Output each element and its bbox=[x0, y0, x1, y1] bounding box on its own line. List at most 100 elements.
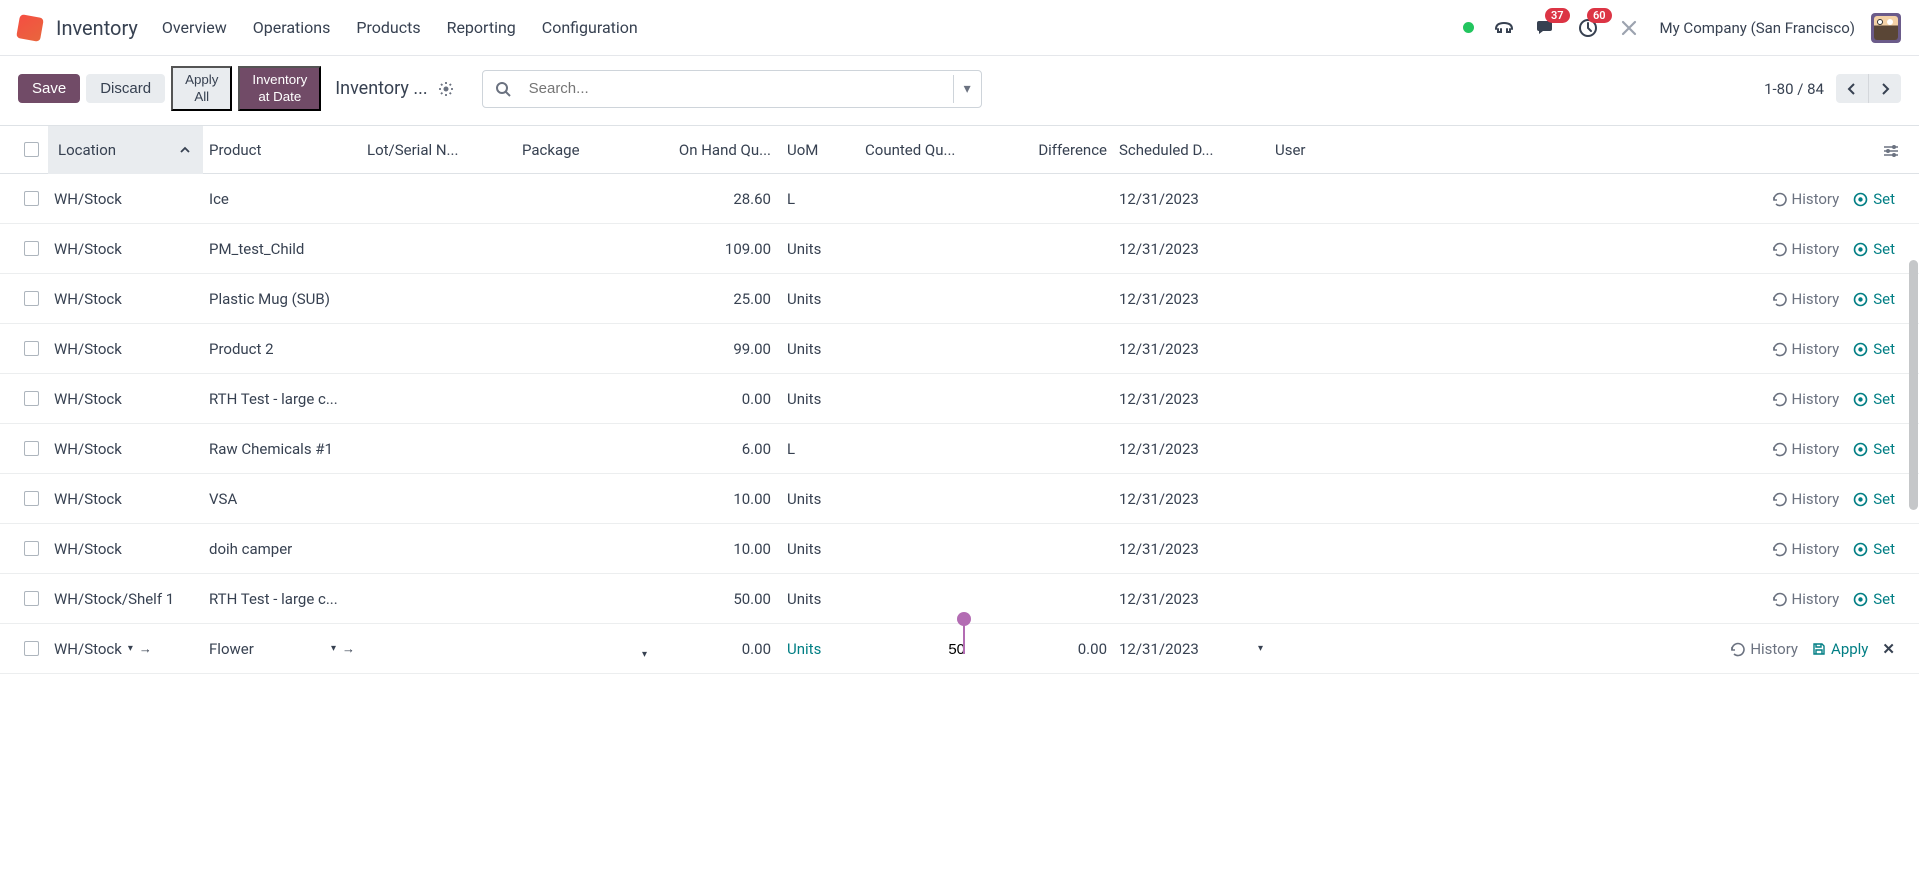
app-name[interactable]: Inventory bbox=[56, 16, 138, 40]
app-logo[interactable] bbox=[16, 14, 44, 42]
set-link[interactable]: Set bbox=[1853, 540, 1895, 558]
apply-link[interactable]: Apply bbox=[1812, 640, 1868, 658]
col-uom[interactable]: UoM bbox=[777, 131, 859, 169]
table-row[interactable]: WH/StockPM_test_Child109.00Units12/31/20… bbox=[0, 224, 1919, 274]
row-checkbox[interactable] bbox=[24, 241, 39, 256]
row-checkbox[interactable] bbox=[24, 191, 39, 206]
apply-all-button[interactable]: Apply All bbox=[171, 66, 232, 111]
col-scheduled[interactable]: Scheduled D... bbox=[1113, 131, 1269, 169]
col-difference[interactable]: Difference bbox=[973, 131, 1113, 169]
col-lot[interactable]: Lot/Serial N... bbox=[361, 131, 516, 169]
company-name[interactable]: My Company (San Francisco) bbox=[1660, 19, 1855, 37]
table-row[interactable]: WH/StockPlastic Mug (SUB)25.00Units12/31… bbox=[0, 274, 1919, 324]
save-button[interactable]: Save bbox=[18, 74, 80, 103]
messages-icon[interactable]: 37 bbox=[1536, 17, 1556, 38]
cell-onhand: 28.60 bbox=[657, 180, 777, 218]
history-link[interactable]: History bbox=[1772, 290, 1840, 308]
history-link[interactable]: History bbox=[1772, 190, 1840, 208]
phone-icon[interactable] bbox=[1494, 17, 1514, 38]
delete-row-icon[interactable]: ✕ bbox=[1882, 640, 1895, 658]
table-row[interactable]: WH/StockVSA10.00Units12/31/2023HistorySe… bbox=[0, 474, 1919, 524]
table-row[interactable]: WH/StockProduct 299.00Units12/31/2023His… bbox=[0, 324, 1919, 374]
select-all-checkbox[interactable] bbox=[24, 142, 39, 157]
row-checkbox[interactable] bbox=[24, 291, 39, 306]
gear-icon[interactable] bbox=[438, 81, 454, 97]
cell-diff bbox=[973, 289, 1113, 309]
chevron-down-icon: ▾ bbox=[331, 643, 336, 654]
row-checkbox[interactable] bbox=[24, 441, 39, 456]
history-link[interactable]: History bbox=[1772, 590, 1840, 608]
nav-operations[interactable]: Operations bbox=[253, 18, 331, 37]
col-counted[interactable]: Counted Qu... bbox=[859, 131, 973, 169]
user-avatar[interactable] bbox=[1871, 13, 1901, 43]
row-checkbox[interactable] bbox=[24, 641, 39, 656]
history-link[interactable]: History bbox=[1772, 440, 1840, 458]
external-link-icon[interactable]: → bbox=[139, 641, 152, 657]
col-package[interactable]: Package bbox=[516, 131, 657, 169]
history-link[interactable]: History bbox=[1772, 240, 1840, 258]
col-onhand[interactable]: On Hand Qu... bbox=[657, 131, 777, 169]
edit-uom[interactable]: Units bbox=[777, 630, 859, 668]
nav-configuration[interactable]: Configuration bbox=[542, 18, 638, 37]
nav-products[interactable]: Products bbox=[356, 18, 420, 37]
col-product[interactable]: Product bbox=[203, 131, 361, 169]
counted-input[interactable] bbox=[865, 641, 967, 658]
search-dropdown[interactable]: ▾ bbox=[953, 75, 981, 103]
table-row[interactable]: WH/Stockdoih camper10.00Units12/31/2023H… bbox=[0, 524, 1919, 574]
set-link[interactable]: Set bbox=[1853, 590, 1895, 608]
target-icon bbox=[1853, 241, 1868, 257]
set-link[interactable]: Set bbox=[1853, 340, 1895, 358]
history-link[interactable]: History bbox=[1772, 340, 1840, 358]
cell-scheduled: 12/31/2023 bbox=[1113, 530, 1269, 568]
set-link[interactable]: Set bbox=[1853, 390, 1895, 408]
cell-lot bbox=[361, 239, 516, 259]
search-input[interactable] bbox=[529, 80, 943, 97]
scrollbar[interactable] bbox=[1909, 260, 1918, 510]
row-checkbox[interactable] bbox=[24, 541, 39, 556]
cell-product: RTH Test - large c... bbox=[203, 580, 361, 618]
table-row[interactable]: WH/StockRTH Test - large c...0.00Units12… bbox=[0, 374, 1919, 424]
table-row[interactable]: WH/StockIce28.60L12/31/2023HistorySet bbox=[0, 174, 1919, 224]
col-settings-icon[interactable] bbox=[1359, 131, 1905, 169]
external-link-icon[interactable]: → bbox=[342, 641, 355, 657]
edit-counted[interactable] bbox=[859, 630, 973, 668]
inventory-at-date-button[interactable]: Inventory at Date bbox=[238, 66, 321, 111]
row-checkbox[interactable] bbox=[24, 491, 39, 506]
set-link[interactable]: Set bbox=[1853, 190, 1895, 208]
history-link[interactable]: History bbox=[1772, 490, 1840, 508]
edit-product[interactable]: Flower ▾ → bbox=[203, 630, 361, 668]
pager-info[interactable]: 1-80 / 84 bbox=[1764, 80, 1824, 98]
set-link[interactable]: Set bbox=[1853, 440, 1895, 458]
cell-onhand: 99.00 bbox=[657, 330, 777, 368]
cell-package bbox=[516, 489, 657, 509]
edit-scheduled[interactable]: 12/31/2023 ▾ bbox=[1113, 630, 1269, 668]
history-link[interactable]: History bbox=[1772, 390, 1840, 408]
breadcrumb[interactable]: Inventory ... bbox=[335, 78, 427, 99]
edit-lot[interactable] bbox=[361, 639, 516, 659]
pager-next[interactable] bbox=[1869, 74, 1901, 103]
row-checkbox[interactable] bbox=[24, 591, 39, 606]
edit-user[interactable] bbox=[1269, 639, 1359, 659]
set-link[interactable]: Set bbox=[1853, 490, 1895, 508]
col-user[interactable]: User bbox=[1269, 131, 1359, 169]
table-row[interactable]: WH/StockRaw Chemicals #16.00L12/31/2023H… bbox=[0, 424, 1919, 474]
tools-icon[interactable] bbox=[1620, 17, 1638, 38]
activity-icon[interactable]: 60 bbox=[1578, 17, 1598, 38]
edit-location[interactable]: WH/Stock ▾ → bbox=[48, 630, 203, 668]
history-link[interactable]: History bbox=[1772, 540, 1840, 558]
nav-overview[interactable]: Overview bbox=[162, 18, 227, 37]
pager-prev[interactable] bbox=[1836, 74, 1869, 103]
cell-package bbox=[516, 189, 657, 209]
history-link[interactable]: History bbox=[1730, 640, 1798, 658]
cell-package bbox=[516, 289, 657, 309]
discard-button[interactable]: Discard bbox=[86, 74, 165, 103]
set-link[interactable]: Set bbox=[1853, 290, 1895, 308]
row-checkbox[interactable] bbox=[24, 341, 39, 356]
history-icon bbox=[1772, 591, 1787, 607]
edit-package[interactable]: ▾ bbox=[516, 639, 657, 659]
nav-reporting[interactable]: Reporting bbox=[447, 18, 516, 37]
save-icon bbox=[1812, 641, 1826, 657]
set-link[interactable]: Set bbox=[1853, 240, 1895, 258]
col-location[interactable]: Location bbox=[48, 126, 203, 174]
row-checkbox[interactable] bbox=[24, 391, 39, 406]
